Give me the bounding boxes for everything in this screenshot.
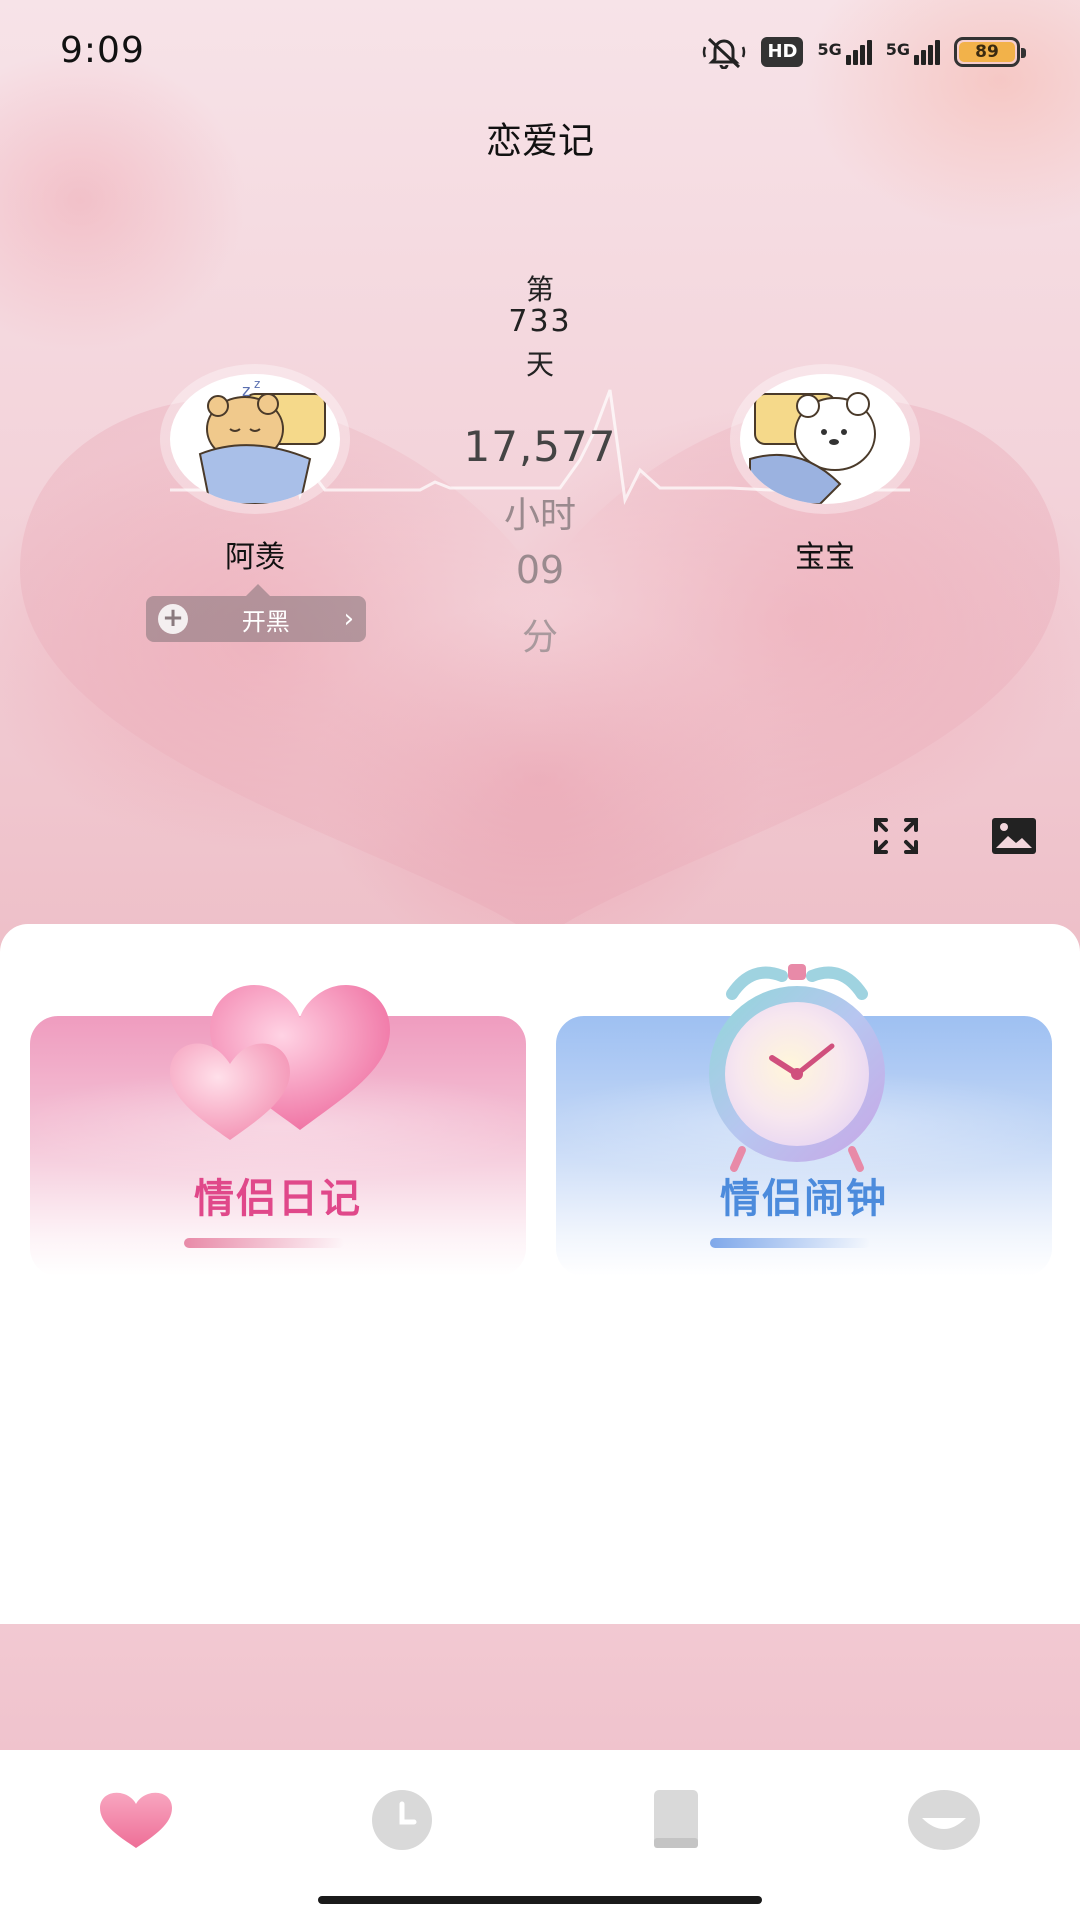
banner-strip [0,1624,1080,1750]
bottom-tab-bar [0,1750,1080,1920]
network-type-label: 5G [885,39,910,59]
fullscreen-icon [874,818,918,854]
home-indicator[interactable] [318,1896,762,1904]
heart-icon [100,1792,172,1848]
sleeping-bear-icon: z z [198,377,326,504]
svg-text:z: z [254,377,260,391]
couple-alarm-card[interactable]: 情侣闹钟 [556,964,1052,1276]
minutes-count: 09 [515,548,565,592]
bear-blanket-icon [749,392,876,504]
couple-diary-title: 情侣日记 [194,1176,362,1222]
clock-icon [372,1790,432,1850]
game-together-button[interactable]: + 开黑 › [146,584,366,642]
battery-level: 89 [959,42,1015,62]
fullscreen-button[interactable] [872,816,920,856]
right-nickname[interactable]: 宝宝 [725,532,925,576]
app-title: 恋爱记 [485,121,594,162]
book-icon [654,1790,698,1848]
left-nickname[interactable]: 阿羡 [155,532,355,576]
right-avatar[interactable] [740,374,910,504]
game-together-label: 开黑 [241,607,290,636]
status-icons: HD 5G 5G 89 [701,34,1026,70]
network-type-label: 5G [817,39,842,59]
battery-icon: 89 [954,37,1026,67]
couple-alarm-title: 情侣闹钟 [720,1176,888,1222]
card-underline-decoration [184,1238,344,1248]
image-icon [992,818,1036,854]
hours-count: 17,577 [463,422,617,471]
tab-profile[interactable] [904,1788,984,1852]
chevron-right-icon: › [343,604,354,634]
plus-icon: + [158,604,188,634]
hours-unit: 小时 [503,495,576,536]
minutes-unit: 分 [521,617,558,658]
status-time: 9:09 [60,30,145,71]
face-icon [908,1790,980,1850]
tab-diary[interactable] [636,1788,716,1852]
hearts-icon [170,984,390,1140]
couple-diary-card[interactable]: 情侣日记 [30,984,526,1276]
alarm-clock-icon [709,964,885,1172]
svg-text:z: z [242,381,250,400]
days-count: 733 [508,304,572,339]
day-prefix: 第 [525,273,554,306]
hd-badge: HD [761,37,804,67]
cellular-signal-1: 5G [817,39,872,65]
card-underline-decoration [710,1238,870,1248]
tab-clock[interactable] [362,1788,442,1852]
day-suffix: 天 [525,348,554,381]
cellular-signal-2: 5G [885,39,940,65]
change-background-button[interactable] [990,816,1038,856]
left-avatar[interactable]: z z [170,374,340,504]
status-bar: 9:09 HD 5G 5G 89 [0,0,1080,100]
silent-bell-icon [703,37,746,69]
tab-home[interactable] [96,1788,176,1852]
